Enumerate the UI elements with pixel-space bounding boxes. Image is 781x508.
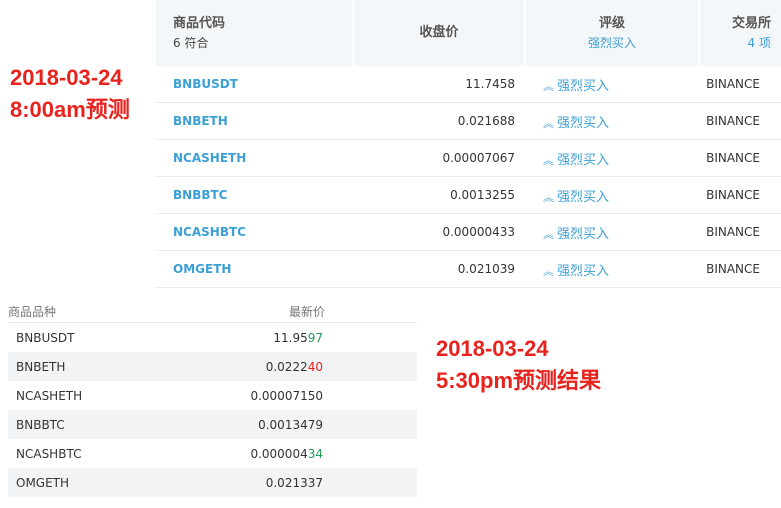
- column-header-close[interactable]: 收盘价: [354, 0, 526, 66]
- exchange-name: BINANCE: [706, 151, 760, 165]
- price-row[interactable]: BNBETH 0.022240: [8, 352, 417, 381]
- last-price: 0.00007150: [208, 389, 323, 403]
- rating-cell: ︽ 强烈买入: [526, 186, 700, 205]
- annotation-date: 2018-03-24: [436, 336, 549, 361]
- price-main: 0.000004: [250, 446, 308, 461]
- screener-row[interactable]: BNBETH 0.021688 ︽ 强烈买入 BINANCE: [156, 103, 781, 140]
- screener-row[interactable]: BNBUSDT 11.7458 ︽ 强烈买入 BINANCE: [156, 66, 781, 103]
- exchange-name: BINANCE: [706, 225, 760, 239]
- column-header-rating[interactable]: 评级 强烈买入: [526, 0, 700, 66]
- name-header: 商品品种: [8, 305, 57, 319]
- last-price: 11.9597: [208, 331, 323, 345]
- last-price: 0.0013479: [208, 418, 323, 432]
- last-price: 0.00000434: [208, 447, 323, 461]
- price-main: 0.0222: [265, 359, 308, 374]
- rating-label: 强烈买入: [557, 78, 610, 94]
- price-main: 0.021337: [265, 475, 323, 490]
- price-main: 0.0013479: [258, 417, 323, 432]
- price-row[interactable]: BNBBTC 0.0013479: [8, 410, 417, 439]
- double-chevron-up-icon: ︽: [543, 190, 554, 204]
- exchange-header-label: 交易所: [731, 16, 771, 31]
- double-chevron-up-icon: ︽: [543, 227, 554, 241]
- symbol-link[interactable]: BNBUSDT: [156, 77, 354, 91]
- price-main: 11.95: [273, 330, 308, 345]
- exchange-filter-count[interactable]: 4 项: [700, 34, 771, 52]
- price-row[interactable]: NCASHETH 0.00007150: [8, 381, 417, 410]
- instrument-name: BNBETH: [16, 359, 66, 374]
- screener-header: 商品代码 6 符合 收盘价 评级 强烈买入 交易所 4 项: [156, 0, 781, 66]
- screener-row[interactable]: NCASHETH 0.00007067 ︽ 强烈买入 BINANCE: [156, 140, 781, 177]
- exchange-name: BINANCE: [706, 188, 760, 202]
- annotation-result-time: 2018-03-24 5:30pm预测结果: [436, 333, 601, 397]
- rating-cell: ︽ 强烈买入: [526, 112, 700, 131]
- close-price: 0.021039: [457, 262, 515, 276]
- last-price: 0.021337: [208, 476, 323, 490]
- price-list-header: 商品品种 最新价: [8, 298, 417, 323]
- symbol-header-label: 商品代码: [173, 16, 226, 31]
- price-tail: 34: [307, 446, 323, 461]
- instrument-name: OMGETH: [16, 475, 70, 490]
- close-price: 0.00007067: [442, 151, 515, 165]
- price-row[interactable]: OMGETH 0.021337: [8, 468, 417, 497]
- double-chevron-up-icon: ︽: [543, 79, 554, 93]
- last-price-header: 最新价: [288, 305, 325, 319]
- annotation-date: 2018-03-24: [10, 65, 123, 90]
- price-tail: 97: [307, 330, 323, 345]
- instrument-name: NCASHETH: [16, 388, 83, 403]
- screener-row[interactable]: NCASHBTC 0.00000433 ︽ 强烈买入 BINANCE: [156, 214, 781, 251]
- column-header-symbol[interactable]: 商品代码 6 符合: [156, 0, 354, 66]
- instrument-name: BNBBTC: [16, 417, 65, 432]
- price-row[interactable]: BNBUSDT 11.9597: [8, 323, 417, 352]
- annotation-label: 5:30pm预测结果: [436, 368, 602, 393]
- exchange-name: BINANCE: [706, 77, 760, 91]
- exchange-name: BINANCE: [706, 262, 760, 276]
- annotation-label: 8:00am预测: [10, 97, 130, 122]
- annotation-prediction-time: 2018-03-24 8:00am预测: [10, 62, 130, 126]
- close-price: 11.7458: [465, 77, 515, 91]
- symbol-link[interactable]: NCASHETH: [156, 151, 354, 165]
- symbol-link[interactable]: BNBBTC: [156, 188, 354, 202]
- price-list: 商品品种 最新价 BNBUSDT 11.9597 BNBETH 0.022240…: [8, 298, 417, 497]
- symbol-link[interactable]: NCASHBTC: [156, 225, 354, 239]
- screener-row[interactable]: BNBBTC 0.0013255 ︽ 强烈买入 BINANCE: [156, 177, 781, 214]
- column-header-exchange[interactable]: 交易所 4 项: [700, 0, 781, 66]
- close-header-label: 收盘价: [419, 25, 459, 40]
- rating-label: 强烈买入: [557, 115, 610, 131]
- last-price: 0.022240: [208, 360, 323, 374]
- price-main: 0.00007150: [250, 388, 323, 403]
- rating-label: 强烈买入: [557, 226, 610, 242]
- match-count: 6 符合: [173, 36, 209, 50]
- screener-row[interactable]: OMGETH 0.021039 ︽ 强烈买入 BINANCE: [156, 251, 781, 288]
- exchange-name: BINANCE: [706, 114, 760, 128]
- close-price: 0.021688: [457, 114, 515, 128]
- instrument-name: BNBUSDT: [16, 330, 75, 345]
- symbol-link[interactable]: BNBETH: [156, 114, 354, 128]
- instrument-name: NCASHBTC: [16, 446, 82, 461]
- screener-table: 商品代码 6 符合 收盘价 评级 强烈买入 交易所 4 项 BNBUSDT 11…: [156, 0, 781, 288]
- rating-label: 强烈买入: [557, 152, 610, 168]
- rating-label: 强烈买入: [557, 189, 610, 205]
- rating-filter-value[interactable]: 强烈买入: [526, 34, 698, 52]
- rating-cell: ︽ 强烈买入: [526, 260, 700, 279]
- double-chevron-up-icon: ︽: [543, 264, 554, 278]
- close-price: 0.00000433: [442, 225, 515, 239]
- price-row[interactable]: NCASHBTC 0.00000434: [8, 439, 417, 468]
- rating-header-label: 评级: [598, 16, 625, 31]
- rating-cell: ︽ 强烈买入: [526, 75, 700, 94]
- price-tail: 40: [307, 359, 323, 374]
- double-chevron-up-icon: ︽: [543, 153, 554, 167]
- close-price: 0.0013255: [450, 188, 515, 202]
- symbol-link[interactable]: OMGETH: [156, 262, 354, 276]
- rating-label: 强烈买入: [557, 263, 610, 279]
- rating-cell: ︽ 强烈买入: [526, 149, 700, 168]
- rating-cell: ︽ 强烈买入: [526, 223, 700, 242]
- double-chevron-up-icon: ︽: [543, 116, 554, 130]
